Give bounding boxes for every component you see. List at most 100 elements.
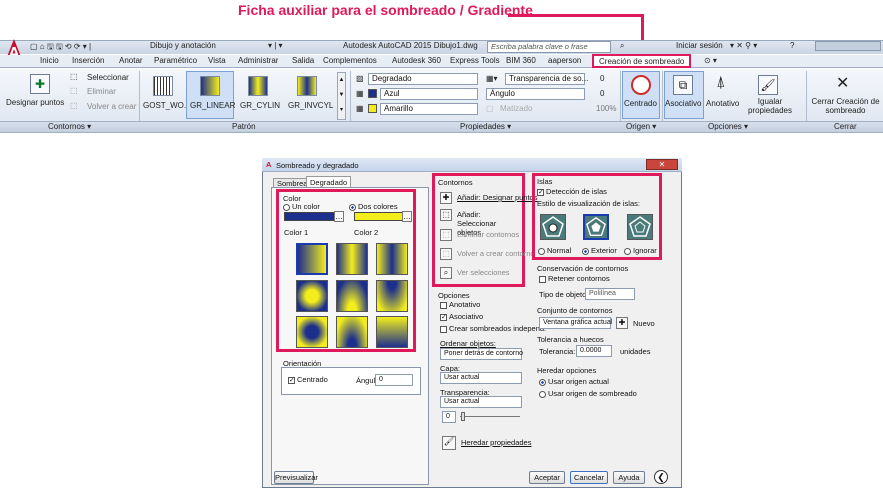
retain-boundaries-checkbox[interactable]: Retener contornos — [539, 274, 610, 283]
color1-bar[interactable] — [284, 212, 340, 221]
panel-options-label[interactable]: Opciones ▾ — [708, 122, 748, 131]
tab-overflow-icon[interactable]: ⊙ ▾ — [704, 56, 717, 65]
help-button[interactable]: ? — [790, 41, 794, 50]
match-properties-icon[interactable]: 🖌 — [758, 75, 778, 95]
transparency-slider-handle[interactable] — [461, 412, 465, 421]
gradient-spherical-cell[interactable] — [296, 280, 328, 312]
color2-bar[interactable] — [354, 212, 408, 221]
center-icon[interactable] — [631, 75, 651, 95]
new-boundary-set-button[interactable]: Nuevo — [633, 319, 655, 328]
pattern-gr-linear-swatch[interactable] — [200, 76, 220, 96]
ok-button[interactable]: Aceptar — [529, 471, 565, 484]
independent-checkbox[interactable]: Crear sombreados independ. — [440, 324, 546, 333]
shade-field[interactable]: Matizado — [500, 104, 532, 113]
shade-value[interactable]: 100% — [596, 104, 616, 113]
collapse-options-icon[interactable]: ❮ — [654, 470, 668, 484]
gradient-invcurved-cell[interactable] — [376, 316, 408, 348]
cancel-button[interactable]: Cancelar — [570, 471, 608, 484]
gradient-curved-cell[interactable] — [376, 280, 408, 312]
panel-origin-label[interactable]: Origen ▾ — [626, 122, 656, 131]
centered-checkbox[interactable]: ✓ Centrado — [288, 375, 328, 384]
tab-autodesk360[interactable]: Autodesk 360 — [392, 56, 441, 65]
recreate-boundary-button[interactable]: Volver a crear contorno — [457, 249, 535, 258]
panel-properties-label[interactable]: Propiedades ▾ — [460, 122, 511, 131]
workspace-dropdown-icon[interactable]: ▾ | ▾ — [268, 41, 283, 50]
tab-salida[interactable]: Salida — [292, 56, 314, 65]
island-outer-radio[interactable]: Exterior — [582, 246, 617, 255]
workspace-selector[interactable]: Dibujo y anotación — [150, 41, 216, 50]
add-pick-points-button[interactable]: Añadir: Designar puntos — [457, 193, 537, 202]
signin-button[interactable]: Iniciar sesión — [676, 41, 723, 50]
pattern-gr-invcyl-label[interactable]: GR_INVCYL — [288, 101, 333, 110]
remove-boundaries-icon[interactable]: ⬚ — [440, 229, 452, 241]
dialog-close-button[interactable]: ✕ — [646, 159, 678, 170]
color2-select[interactable]: Amarillo — [380, 103, 478, 115]
pattern-gr-linear-label[interactable]: GR_LINEAR — [190, 101, 235, 110]
gradient-linear-cell[interactable] — [296, 243, 328, 275]
tab-bim360[interactable]: BIM 360 — [506, 56, 536, 65]
pattern-scroll[interactable]: ▲ ▼ ▾ — [337, 72, 346, 120]
pattern-gr-invcyl-swatch[interactable] — [297, 76, 317, 96]
island-ignore-radio[interactable]: Ignorar — [624, 246, 657, 255]
new-boundary-set-icon[interactable]: ✚ — [616, 317, 628, 329]
tab-vista[interactable]: Vista — [208, 56, 226, 65]
recreate-boundary-icon[interactable]: ⬚ — [440, 248, 452, 260]
tab-administrar[interactable]: Administrar — [238, 56, 278, 65]
tab-inicio[interactable]: Inicio — [40, 56, 59, 65]
island-detection-checkbox[interactable]: ✓ Detección de islas — [537, 187, 607, 196]
pattern-gr-cylin-label[interactable]: GR_CYLIN — [240, 101, 280, 110]
island-normal-radio[interactable]: Normal — [538, 246, 571, 255]
associative-icon[interactable]: ⧉ — [673, 75, 693, 95]
binoculars-icon[interactable]: ⌕ — [620, 41, 624, 51]
transparency-number[interactable]: 0 — [442, 411, 456, 423]
recreate-icon[interactable]: ⬚ — [70, 101, 78, 110]
gradient-invcyl-cell[interactable] — [376, 243, 408, 275]
color2-picker-button[interactable]: … — [402, 211, 412, 222]
draw-order-select[interactable]: Poner detrás de contorno — [440, 348, 523, 360]
help-dialog-button[interactable]: Ayuda — [613, 471, 645, 484]
color1-picker-button[interactable]: … — [334, 211, 344, 222]
quick-access-icons[interactable]: ▢ ⌂ 🖫 🖫 ⟲ ⟳ ▾ | — [30, 41, 91, 55]
center-button[interactable]: Centrado — [624, 99, 657, 108]
window-controls[interactable] — [815, 41, 881, 51]
transparency-slider-track[interactable] — [460, 416, 520, 417]
close-icon[interactable]: ✕ — [836, 73, 849, 93]
remove-button[interactable]: Eliminar — [87, 87, 116, 96]
use-current-origin-radio[interactable]: Usar origen actual — [539, 377, 609, 386]
transparency-value[interactable]: 0 — [600, 74, 604, 83]
remove-boundaries-button[interactable]: Eliminar contornos — [457, 230, 519, 239]
color1-select[interactable]: Azul — [380, 88, 478, 100]
gradient-invhemi-cell[interactable] — [336, 316, 368, 348]
angle-select[interactable]: 0 — [375, 374, 413, 386]
boundary-set-select[interactable]: Ventana gráfica actual — [539, 317, 612, 329]
two-colors-radio[interactable]: Dos colores — [349, 202, 398, 211]
match-properties-button[interactable]: Igualar propiedades — [746, 97, 794, 115]
select-button[interactable]: Seleccionar — [87, 73, 129, 82]
panel-boundaries-label[interactable]: Contornos ▾ — [48, 122, 91, 131]
island-ignore-icon[interactable] — [627, 214, 653, 240]
tab-insercion[interactable]: Inserción — [72, 56, 104, 65]
associative-checkbox[interactable]: ✓ Asociativo — [440, 312, 483, 321]
pattern-gost-swatch[interactable] — [153, 76, 173, 96]
remove-icon[interactable]: ⬚ — [70, 86, 78, 95]
object-type-select[interactable]: Polilínea — [585, 288, 635, 300]
layer-select[interactable]: Usar actual — [440, 372, 522, 384]
recreate-button[interactable]: Volver a crear — [87, 102, 136, 111]
hatch-type-select[interactable]: Degradado — [368, 73, 478, 85]
one-color-radio[interactable]: Un color — [283, 202, 320, 211]
inherit-properties-icon[interactable]: 🖌 — [442, 436, 456, 450]
gradient-invsph-cell[interactable] — [296, 316, 328, 348]
gradient-hemispherical-cell[interactable] — [336, 280, 368, 312]
tab-parametrico[interactable]: Paramétrico — [154, 56, 197, 65]
tab-complementos[interactable]: Complementos — [323, 56, 377, 65]
angle-field[interactable]: Ángulo — [486, 88, 585, 100]
inherit-properties-button[interactable]: Heredar propiedades — [461, 438, 531, 447]
add-select-objects-icon[interactable]: ⬚ — [440, 209, 452, 221]
gradient-cylinder-cell[interactable] — [336, 243, 368, 275]
pick-points-button[interactable]: Designar puntos — [6, 98, 64, 107]
tab-expresstools[interactable]: Express Tools — [450, 56, 500, 65]
add-pick-points-icon[interactable]: ✚ — [440, 192, 452, 204]
tab-creacion-sombreado[interactable]: Creación de sombreado — [592, 54, 692, 68]
annotative-icon[interactable]: ⍋ — [716, 74, 726, 92]
tab-anotar[interactable]: Anotar — [119, 56, 143, 65]
